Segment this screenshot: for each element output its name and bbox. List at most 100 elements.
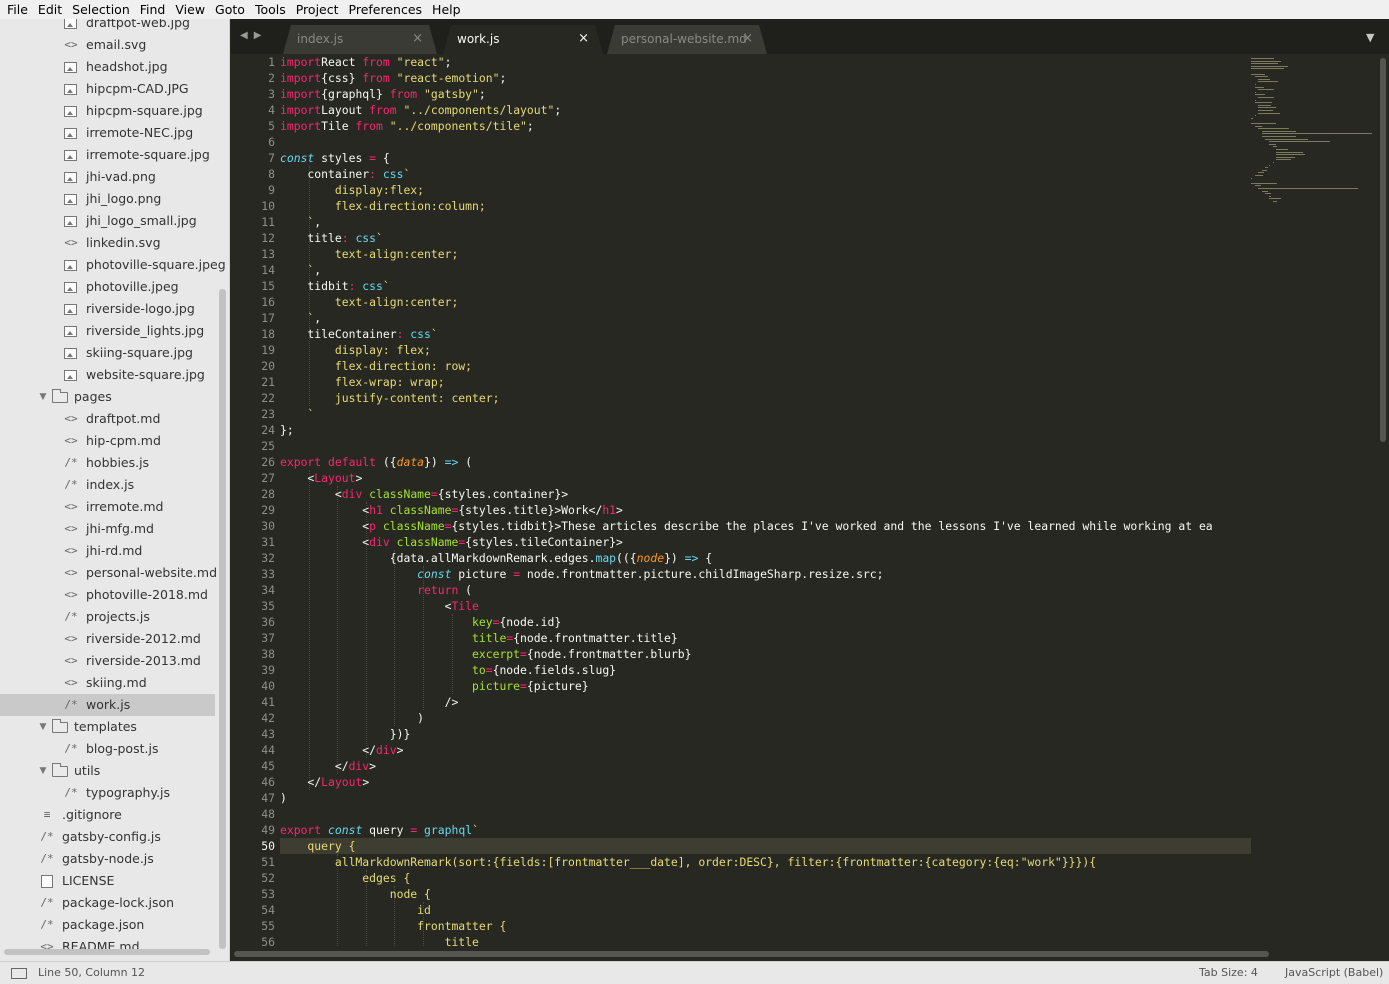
menu-edit[interactable]: Edit	[33, 0, 67, 19]
code-line[interactable]: </Layout>	[280, 774, 1252, 790]
code-line[interactable]: <Tile	[280, 598, 1252, 614]
sidebar-item[interactable]: /* projects.js	[0, 606, 215, 628]
sidebar-item[interactable]: riverside-logo.jpg	[0, 298, 215, 320]
sidebar-item[interactable]: <> draftpot.md	[0, 408, 215, 430]
menu-project[interactable]: Project	[291, 0, 344, 19]
sidebar-item[interactable]: skiing-square.jpg	[0, 342, 215, 364]
sidebar-item[interactable]: /* package.json	[0, 914, 215, 936]
code-line[interactable]: title={node.frontmatter.title}	[280, 630, 1252, 646]
sidebar-item[interactable]: /* gatsby-node.js	[0, 848, 215, 870]
code-line[interactable]: return (	[280, 582, 1252, 598]
tab-index-js[interactable]: index.js ×	[283, 25, 437, 54]
sidebar-item[interactable]: <> riverside-2012.md	[0, 628, 215, 650]
sidebar-item[interactable]: /* index.js	[0, 474, 215, 496]
code-line[interactable]: <h1 className={styles.title}>Work</h1>	[280, 502, 1252, 518]
sidebar-item[interactable]: /* work.js	[0, 694, 215, 716]
code-line[interactable]: edges {	[280, 870, 1252, 886]
sidebar-item[interactable]: hipcpm-CAD.JPG	[0, 78, 215, 100]
menu-help[interactable]: Help	[427, 0, 466, 19]
menu-file[interactable]: File	[2, 0, 33, 19]
sidebar-item[interactable]: website-square.jpg	[0, 364, 215, 386]
sidebar-item[interactable]: /* package-lock.json	[0, 892, 215, 914]
sidebar-item[interactable]: ▼ utils	[0, 760, 215, 782]
sidebar-item[interactable]: hipcpm-square.jpg	[0, 100, 215, 122]
code-line[interactable]: </div>	[280, 758, 1252, 774]
code-line[interactable]: picture={picture}	[280, 678, 1252, 694]
sidebar-item[interactable]: photoville-square.jpeg	[0, 254, 226, 276]
syntax-selector[interactable]: JavaScript (Babel)	[1285, 962, 1383, 984]
sidebar-item[interactable]: jhi_logo_small.jpg	[0, 210, 215, 232]
code-line[interactable]: import{css} from "react-emotion";	[280, 70, 1252, 86]
code-line[interactable]: const picture = node.frontmatter.picture…	[280, 566, 1252, 582]
expand-arrow-icon[interactable]: ▼	[37, 716, 49, 738]
code-line[interactable]: allMarkdownRemark(sort:{fields:[frontmat…	[280, 854, 1252, 870]
code-line[interactable]: `,	[280, 214, 1252, 230]
code-line[interactable]: import{graphql} from "gatsby";	[280, 86, 1252, 102]
code-line[interactable]: excerpt={node.frontmatter.blurb}	[280, 646, 1252, 662]
code-line[interactable]: const styles = {	[280, 150, 1252, 166]
tab-personal-website-md[interactable]: personal-website.md ×	[607, 25, 767, 54]
code-line[interactable]: {data.allMarkdownRemark.edges.map(({node…	[280, 550, 1252, 566]
code-line[interactable]: export const query = graphql`	[280, 822, 1252, 838]
code-line[interactable]: importLayout from "../components/layout"…	[280, 102, 1252, 118]
console-toggle-icon[interactable]	[11, 968, 27, 979]
sidebar-item[interactable]: riverside_lights.jpg	[0, 320, 215, 342]
code-line[interactable]: text-align:center;	[280, 246, 1252, 262]
code-line[interactable]: )	[280, 790, 1252, 806]
menu-find[interactable]: Find	[135, 0, 171, 19]
menu-view[interactable]: View	[170, 0, 210, 19]
code-line[interactable]: query {	[280, 838, 1252, 854]
code-line[interactable]: />	[280, 694, 1252, 710]
menu-tools[interactable]: Tools	[250, 0, 291, 19]
sidebar-item[interactable]: <> jhi-rd.md	[0, 540, 215, 562]
sidebar-item[interactable]: ≡ .gitignore	[0, 804, 215, 826]
code-line[interactable]: )	[280, 710, 1252, 726]
tab-work-js[interactable]: work.js ×	[443, 25, 603, 54]
tab-navigation-arrows-icon[interactable]: ◀▶	[240, 30, 267, 41]
menu-preferences[interactable]: Preferences	[344, 0, 428, 19]
code-line[interactable]: `,	[280, 262, 1252, 278]
sidebar-item[interactable]: <> personal-website.md	[0, 562, 217, 584]
sidebar-item[interactable]: ▼ templates	[0, 716, 215, 738]
code-line[interactable]: display:flex;	[280, 182, 1252, 198]
sidebar-item[interactable]: LICENSE	[0, 870, 215, 892]
code-line[interactable]: };	[280, 422, 1252, 438]
sidebar-item[interactable]: <> riverside-2013.md	[0, 650, 215, 672]
close-icon[interactable]: ×	[742, 25, 753, 53]
code-line[interactable]: </div>	[280, 742, 1252, 758]
code-line[interactable]: id	[280, 902, 1252, 918]
menu-goto[interactable]: Goto	[210, 0, 250, 19]
code-line[interactable]: importTile from "../components/tile";	[280, 118, 1252, 134]
code-line[interactable]: `,	[280, 310, 1252, 326]
code-line[interactable]: display: flex;	[280, 342, 1252, 358]
sidebar-item[interactable]: <> irremote.md	[0, 496, 215, 518]
sidebar-horizontal-scrollbar[interactable]	[4, 949, 210, 955]
sidebar-item[interactable]: draftpot-web.jpg	[0, 19, 215, 34]
code-line[interactable]: `	[280, 406, 1252, 422]
sidebar-item[interactable]: /* blog-post.js	[0, 738, 215, 760]
code-line[interactable]: export default ({data}) => (	[280, 454, 1252, 470]
code-line[interactable]: <p className={styles.tidbit}>These artic…	[280, 518, 1252, 534]
code-editor[interactable]: 1 importReact from "react"; 2 import{css} f…	[231, 54, 1389, 947]
code-line[interactable]: key={node.id}	[280, 614, 1252, 630]
sidebar-item[interactable]: <> photoville-2018.md	[0, 584, 215, 606]
sidebar-item[interactable]: irremote-square.jpg	[0, 144, 215, 166]
tab-dropdown-icon[interactable]: ▼	[1366, 31, 1374, 44]
code-line[interactable]: frontmatter {	[280, 918, 1252, 934]
menu-selection[interactable]: Selection	[67, 0, 135, 19]
sidebar-item[interactable]: jhi_logo.png	[0, 188, 215, 210]
sidebar-item[interactable]: headshot.jpg	[0, 56, 215, 78]
code-line[interactable]: justify-content: center;	[280, 390, 1252, 406]
code-line[interactable]: flex-wrap: wrap;	[280, 374, 1252, 390]
sidebar-vertical-scrollbar[interactable]	[219, 289, 226, 949]
code-line[interactable]	[280, 806, 1252, 822]
code-line[interactable]: tidbit: css`	[280, 278, 1252, 294]
sidebar-item[interactable]: <> skiing.md	[0, 672, 215, 694]
sidebar-item[interactable]: /* typography.js	[0, 782, 215, 804]
code-line[interactable]: <Layout>	[280, 470, 1252, 486]
minimap[interactable]	[1251, 54, 1377, 947]
code-line[interactable]: container: css`	[280, 166, 1252, 182]
code-line[interactable]: })}	[280, 726, 1252, 742]
code-line[interactable]: title: css`	[280, 230, 1252, 246]
sidebar-item[interactable]: photoville.jpeg	[0, 276, 215, 298]
